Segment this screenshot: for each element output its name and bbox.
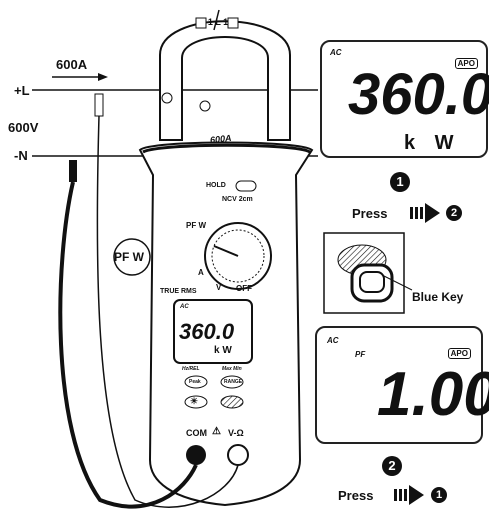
step2-press: Press: [338, 488, 374, 503]
pf-w-dial-label: PF W: [186, 221, 206, 230]
step1-press: Press: [352, 206, 388, 221]
range-label: RANGE: [224, 379, 243, 385]
step2-number: 2: [382, 456, 402, 476]
dial-v-symbol: V: [216, 283, 222, 292]
hold-label: HOLD: [206, 182, 226, 189]
jaw-pin-icon: [161, 92, 173, 104]
jaw-mark: 1 L 1: [207, 17, 229, 27]
panel2-apo: APO: [447, 348, 471, 359]
peak-label: Peak: [189, 379, 201, 385]
true-rms-label: TRUE RMS: [160, 288, 197, 295]
panel1-mode: AC: [330, 48, 342, 57]
press-arrow-icon: [410, 203, 440, 223]
backlight-icon: ☀: [190, 396, 199, 406]
lcd-panel-1: AC APO 360.0 k W: [320, 40, 489, 158]
warning-icon: ⚠: [212, 426, 221, 437]
panel2-mode: AC: [327, 336, 339, 345]
black-probe: [69, 160, 77, 182]
clamp-jaw: [159, 20, 291, 141]
press-arrow-icon: [394, 485, 424, 505]
step1-next: 2: [446, 205, 462, 221]
blue-key-label: Blue Key: [412, 290, 464, 304]
meter-lcd-unit: k W: [214, 345, 232, 356]
com-jack[interactable]: [186, 445, 206, 465]
step1-number: 1: [390, 172, 410, 192]
panel2-value: 1.00: [377, 360, 489, 429]
blue-key-button[interactable]: [220, 395, 244, 409]
panel1-value: 360.0: [348, 62, 489, 127]
volt-jack[interactable]: [227, 444, 249, 466]
callout-label: PF W: [114, 250, 144, 264]
step2-next: 1: [431, 487, 447, 503]
ncv-label: NCV 2cm: [222, 196, 253, 203]
panel2-sub: PF: [355, 350, 366, 359]
voltage-label: 600V: [8, 120, 39, 135]
max-min-label: Max Min: [222, 366, 242, 372]
lcd-panel-2: AC PF APO 1.00: [315, 326, 489, 444]
current-label: 600A: [56, 57, 88, 72]
dial-a-symbol: A: [198, 268, 204, 277]
neutral-label: -N: [14, 148, 28, 163]
red-probe: [94, 93, 104, 117]
live-label: +L: [14, 83, 30, 98]
meter-lcd-value: 360.0: [179, 319, 235, 344]
crosshair-icon: [199, 100, 211, 112]
com-label: COM: [186, 428, 207, 438]
hold-button[interactable]: [235, 180, 257, 192]
panel1-unit: k W: [404, 132, 454, 154]
meter-lcd-mode: AC: [180, 304, 189, 310]
dial-off-label: OFF: [236, 284, 252, 293]
hz-rel-label: Hz/REL: [182, 366, 200, 372]
volt-ohm-label: V-Ω: [228, 428, 244, 438]
